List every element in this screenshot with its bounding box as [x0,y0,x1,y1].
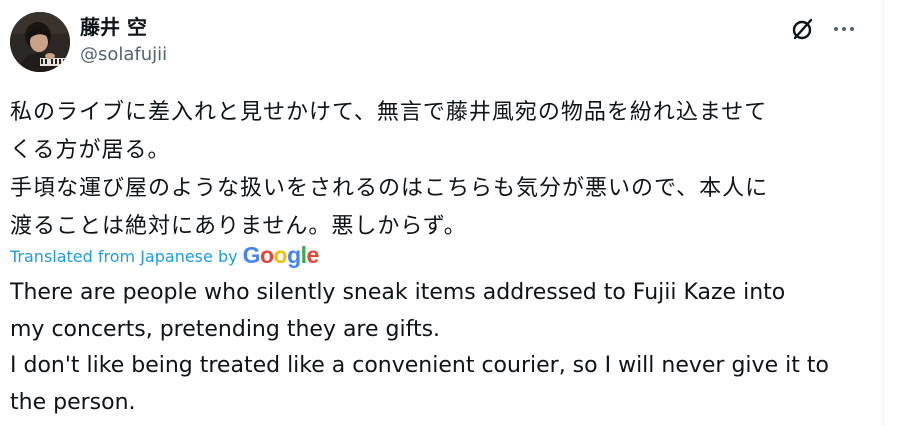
more-ellipsis-icon[interactable] [830,16,858,42]
display-name[interactable]: 藤井 空 [80,14,167,40]
grok-slash-circle-icon[interactable] [790,16,816,42]
tweet-header: 藤井 空 @solafujii [10,12,870,74]
translated-text: There are people who silently sneak item… [10,280,829,415]
user-handle[interactable]: @solafujii [80,42,167,68]
translation-attribution[interactable]: Translated from Japanese by Google [10,242,319,270]
translated-from-label[interactable]: Translated from Japanese by [10,247,238,266]
tweet-text: 私のライブに差入れと見せかけて、無言で藤井風宛の物品を紛れ込ませて くる方が居る… [10,100,769,239]
author-names: 藤井 空 @solafujii [80,14,167,68]
google-logo: Google [242,241,320,268]
avatar[interactable] [10,12,70,72]
column-border [883,0,884,426]
